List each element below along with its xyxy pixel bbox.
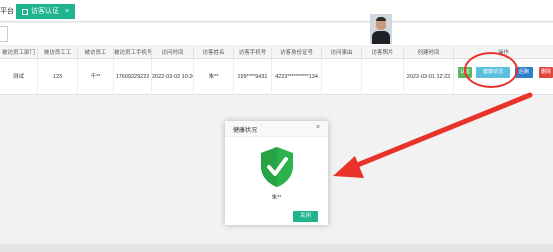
toolbar (0, 23, 553, 45)
annotation-circle (464, 52, 518, 88)
tab-bar: 平台 访客认证 × (0, 0, 553, 22)
tab-close-icon[interactable]: × (65, 4, 69, 19)
cell-emp-phone: 17609229222 (114, 59, 152, 95)
search-input[interactable] (0, 26, 8, 42)
cell-reason (322, 59, 362, 95)
dialog-title: 健康状况 (233, 128, 258, 134)
cell-created: 2022-03-01 12:22 (404, 59, 454, 95)
col-header-photo: 访客照片 (362, 47, 404, 59)
col-header-emp-phone: 被访员工手机号 (114, 47, 152, 59)
col-header-visitor-phone: 访客手机号 (234, 47, 272, 59)
green-shield-check-icon (259, 146, 295, 188)
col-header-created: 创建时间 (404, 47, 454, 59)
tab-home[interactable]: 平台 (0, 6, 14, 16)
photo-hair-shape (376, 17, 386, 21)
col-header-dept: 被访员工部门 (0, 47, 38, 59)
photo-body-shape (372, 31, 390, 44)
tab-page-icon (22, 8, 28, 15)
cell-emp-name: 千** (78, 59, 114, 95)
delete-button[interactable]: 删除 (539, 67, 553, 78)
visitor-name: 朱** (271, 195, 282, 201)
col-header-reason: 访问事由 (322, 47, 362, 59)
tab-visitor-auth[interactable]: 访客认证 × (16, 4, 76, 19)
dialog-header: 健康状况 × (225, 121, 328, 137)
col-header-visitor-id: 访客身份证号 (272, 47, 322, 59)
tab-label: 访客认证 (31, 8, 59, 15)
col-header-emp-name: 被访员工 (78, 47, 114, 59)
cell-visitor-name: 朱** (194, 59, 234, 95)
close-dialog-button[interactable]: 关闭 (293, 211, 318, 222)
cell-visitor-phone: 199****9431 (234, 59, 272, 95)
col-header-visit-time: 访问时间 (152, 47, 194, 59)
col-header-emp-no: 被访员工工 (38, 47, 78, 59)
cell-photo (362, 59, 404, 95)
close-icon[interactable]: × (316, 124, 320, 131)
cell-emp-no: 123 (38, 59, 78, 95)
cell-visit-time: 2022-03-02 10:20 (152, 59, 194, 95)
health-status-dialog: 健康状况 × 朱** 关闭 (225, 121, 328, 225)
cell-dept: 测试 (0, 59, 38, 95)
visitor-photo[interactable] (370, 14, 392, 44)
col-header-visitor-name: 访客姓名 (194, 47, 234, 59)
horizontal-scrollbar[interactable] (0, 244, 553, 252)
cell-visitor-id: 4223**********134 (272, 59, 322, 95)
